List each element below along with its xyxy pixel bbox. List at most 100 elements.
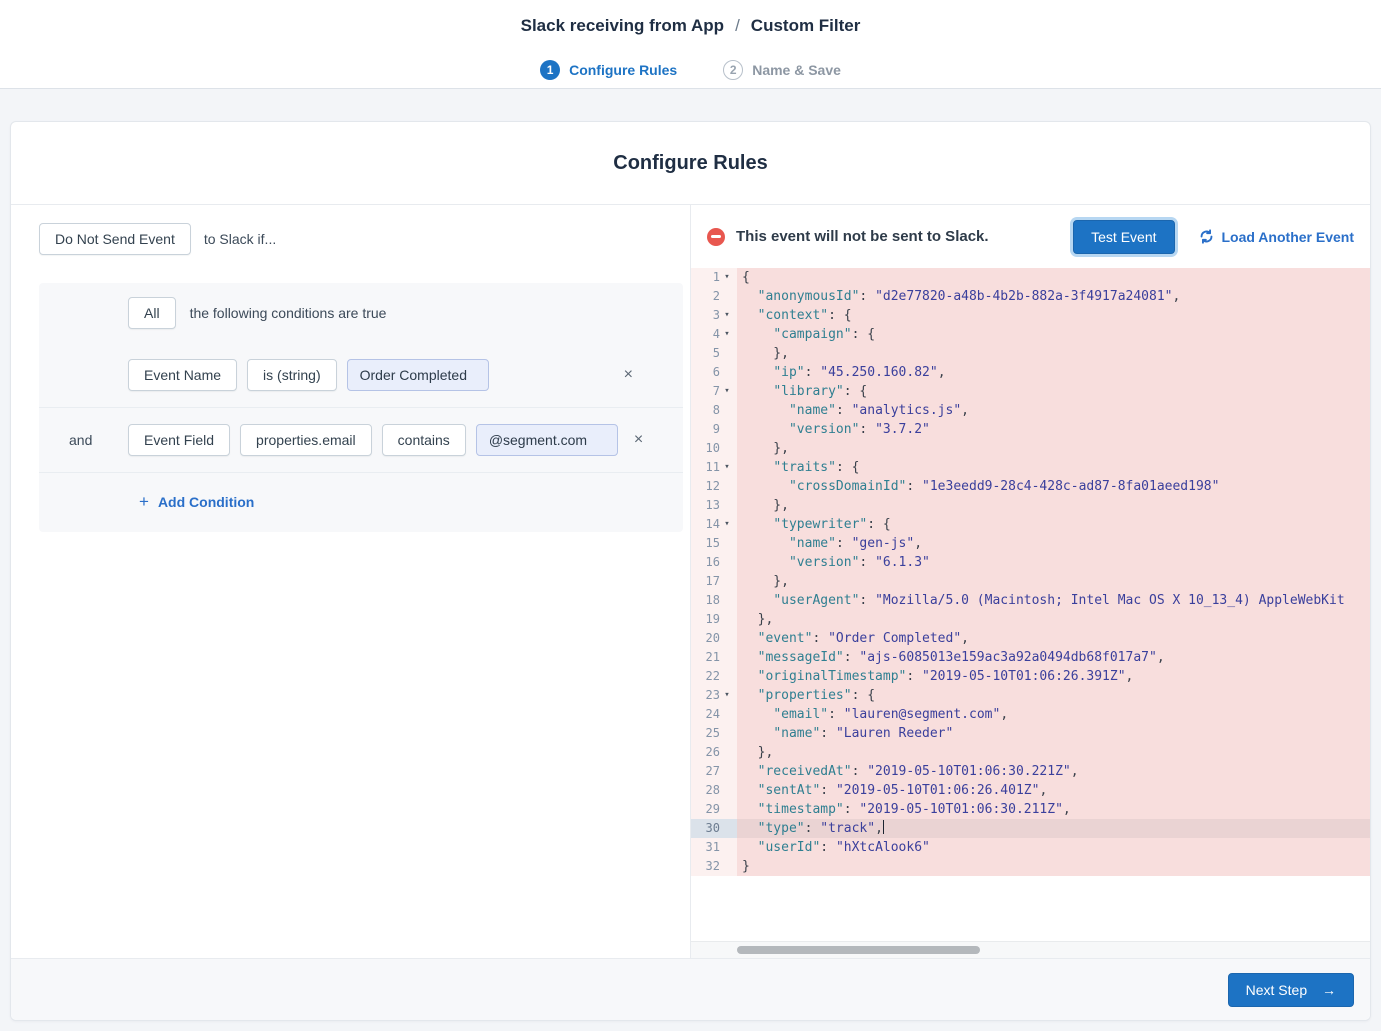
fold-arrow-icon[interactable]: ▾ xyxy=(722,458,732,477)
code-line[interactable]: "version": "3.7.2" xyxy=(737,420,1370,439)
editor-line: 16▾ "version": "6.1.3" xyxy=(691,553,1370,572)
editor-line: 29▾ "timestamp": "2019-05-10T01:06:30.21… xyxy=(691,800,1370,819)
remove-condition-button[interactable]: × xyxy=(618,363,639,387)
code-line[interactable]: }, xyxy=(737,610,1370,629)
remove-condition-button[interactable]: × xyxy=(628,428,649,452)
step-configure-rules[interactable]: 1 Configure Rules xyxy=(540,60,677,80)
breadcrumb-source[interactable]: Slack receiving from App xyxy=(521,16,724,35)
code-line[interactable]: }, xyxy=(737,572,1370,591)
condition-selector-button[interactable]: properties.email xyxy=(240,424,372,456)
code-line[interactable]: "messageId": "ajs-6085013e159ac3a92a0494… xyxy=(737,648,1370,667)
plus-icon: + xyxy=(139,493,149,510)
test-event-button[interactable]: Test Event xyxy=(1073,220,1174,254)
next-step-button[interactable]: Next Step → xyxy=(1228,973,1354,1007)
editor-line: 5▾ }, xyxy=(691,344,1370,363)
code-line[interactable]: "name": "gen-js", xyxy=(737,534,1370,553)
json-editor-lines: 1▾{2▾ "anonymousId": "d2e77820-a48b-4b2b… xyxy=(691,268,1370,876)
preview-actions: Test Event Load Another Event xyxy=(1073,220,1354,254)
fold-arrow-icon[interactable]: ▾ xyxy=(722,515,732,534)
line-number: 29▾ xyxy=(691,800,737,819)
condition-selector-button[interactable]: Event Name xyxy=(128,359,237,391)
json-editor[interactable]: 1▾{2▾ "anonymousId": "d2e77820-a48b-4b2b… xyxy=(691,268,1370,958)
operator-row: All the following conditions are true xyxy=(39,283,683,343)
code-line[interactable]: "originalTimestamp": "2019-05-10T01:06:2… xyxy=(737,667,1370,686)
code-line[interactable]: "userAgent": "Mozilla/5.0 (Macintosh; In… xyxy=(737,591,1370,610)
code-line[interactable]: { xyxy=(737,268,1370,287)
fold-arrow-icon[interactable]: ▾ xyxy=(722,686,732,705)
code-line[interactable]: }, xyxy=(737,439,1370,458)
code-line[interactable]: "traits": { xyxy=(737,458,1370,477)
line-number: 31▾ xyxy=(691,838,737,857)
scrollbar-thumb[interactable] xyxy=(737,946,980,954)
add-condition-button[interactable]: + Add Condition xyxy=(139,493,254,510)
condition-selector-button[interactable]: Event Field xyxy=(128,424,230,456)
code-line[interactable]: "event": "Order Completed", xyxy=(737,629,1370,648)
line-number: 6▾ xyxy=(691,363,737,382)
code-line[interactable]: "receivedAt": "2019-05-10T01:06:30.221Z"… xyxy=(737,762,1370,781)
code-line[interactable]: "ip": "45.250.160.82", xyxy=(737,363,1370,382)
editor-line: 32▾} xyxy=(691,857,1370,876)
condition-value-input[interactable] xyxy=(476,424,618,456)
code-line[interactable]: "type": "track", xyxy=(737,819,1370,838)
breadcrumb: Slack receiving from App / Custom Filter xyxy=(521,16,861,36)
code-line[interactable]: }, xyxy=(737,496,1370,515)
fold-arrow-icon[interactable]: ▾ xyxy=(722,306,732,325)
code-line[interactable]: "anonymousId": "d2e77820-a48b-4b2b-882a-… xyxy=(737,287,1370,306)
breadcrumb-current: Custom Filter xyxy=(751,16,861,35)
code-line[interactable]: "timestamp": "2019-05-10T01:06:30.211Z", xyxy=(737,800,1370,819)
code-line[interactable]: "email": "lauren@segment.com", xyxy=(737,705,1370,724)
line-number: 15▾ xyxy=(691,534,737,553)
line-number: 7▾ xyxy=(691,382,737,401)
code-line[interactable]: "properties": { xyxy=(737,686,1370,705)
code-line[interactable]: "crossDomainId": "1e3eedd9-28c4-428c-ad8… xyxy=(737,477,1370,496)
editor-line: 27▾ "receivedAt": "2019-05-10T01:06:30.2… xyxy=(691,762,1370,781)
line-number: 17▾ xyxy=(691,572,737,591)
line-number: 11▾ xyxy=(691,458,737,477)
editor-line: 25▾ "name": "Lauren Reeder" xyxy=(691,724,1370,743)
code-line[interactable]: "version": "6.1.3" xyxy=(737,553,1370,572)
operator-button[interactable]: All xyxy=(128,297,176,329)
editor-line: 24▾ "email": "lauren@segment.com", xyxy=(691,705,1370,724)
operator-text: the following conditions are true xyxy=(190,305,387,321)
condition-value-input[interactable] xyxy=(347,359,489,391)
line-number: 20▾ xyxy=(691,629,737,648)
breadcrumb-separator: / xyxy=(735,16,740,35)
status-message: This event will not be sent to Slack. xyxy=(736,228,989,245)
condition-selector-button[interactable]: is (string) xyxy=(247,359,337,391)
page-title: Configure Rules xyxy=(613,152,767,175)
line-number: 4▾ xyxy=(691,325,737,344)
code-line[interactable]: "typewriter": { xyxy=(737,515,1370,534)
step-1-circle: 1 xyxy=(540,60,560,80)
add-condition-label: Add Condition xyxy=(158,494,254,510)
line-number: 18▾ xyxy=(691,591,737,610)
code-line[interactable]: "name": "analytics.js", xyxy=(737,401,1370,420)
condition-selector-button[interactable]: contains xyxy=(382,424,466,456)
line-number: 21▾ xyxy=(691,648,737,667)
code-line[interactable]: } xyxy=(737,857,1370,876)
fold-arrow-icon[interactable]: ▾ xyxy=(722,268,732,287)
code-line[interactable]: "name": "Lauren Reeder" xyxy=(737,724,1370,743)
line-number: 30▾ xyxy=(691,819,737,838)
line-number: 27▾ xyxy=(691,762,737,781)
code-line[interactable]: "sentAt": "2019-05-10T01:06:26.401Z", xyxy=(737,781,1370,800)
app-header: Slack receiving from App / Custom Filter xyxy=(0,0,1381,52)
line-number: 5▾ xyxy=(691,344,737,363)
line-number: 13▾ xyxy=(691,496,737,515)
fold-arrow-icon[interactable]: ▾ xyxy=(722,325,732,344)
line-number: 3▾ xyxy=(691,306,737,325)
code-line[interactable]: "context": { xyxy=(737,306,1370,325)
step-name-save[interactable]: 2 Name & Save xyxy=(723,60,841,80)
load-another-event-link[interactable]: Load Another Event xyxy=(1199,229,1355,245)
editor-line: 18▾ "userAgent": "Mozilla/5.0 (Macintosh… xyxy=(691,591,1370,610)
next-step-label: Next Step xyxy=(1246,982,1307,998)
code-line[interactable]: "campaign": { xyxy=(737,325,1370,344)
editor-line: 12▾ "crossDomainId": "1e3eedd9-28c4-428c… xyxy=(691,477,1370,496)
condition-row: Event Name is (string) × xyxy=(39,343,683,407)
code-line[interactable]: "userId": "hXtcAlook6" xyxy=(737,838,1370,857)
code-line[interactable]: "library": { xyxy=(737,382,1370,401)
code-line[interactable]: }, xyxy=(737,743,1370,762)
code-line[interactable]: }, xyxy=(737,344,1370,363)
editor-line: 13▾ }, xyxy=(691,496,1370,515)
fold-arrow-icon[interactable]: ▾ xyxy=(722,382,732,401)
send-action-button[interactable]: Do Not Send Event xyxy=(39,223,191,255)
